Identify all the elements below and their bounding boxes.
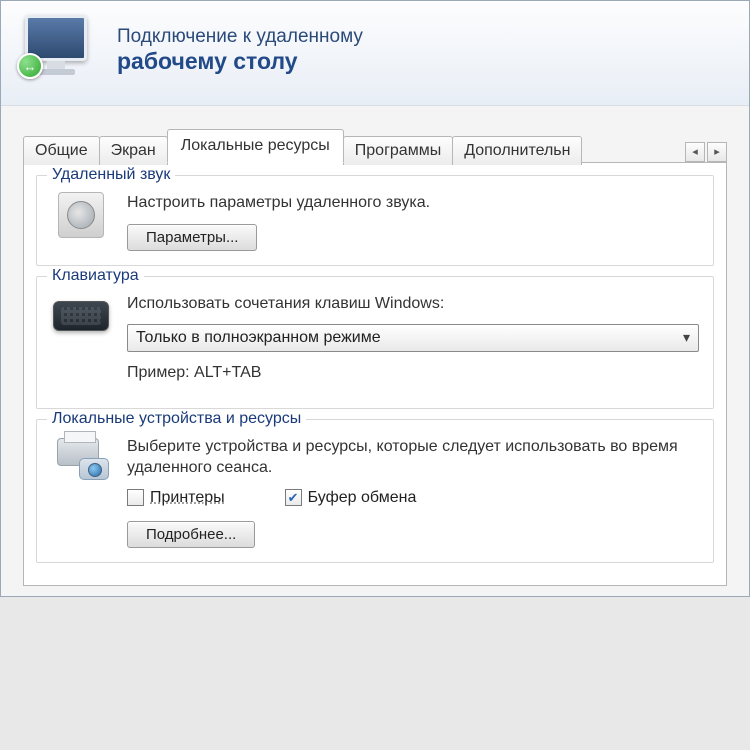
speaker-icon [51, 192, 111, 244]
clipboard-label: Буфер обмена [308, 489, 417, 507]
title-line-2: рабочему столу [117, 48, 363, 75]
clipboard-checkbox[interactable]: ✔ Буфер обмена [285, 489, 417, 507]
tab-strip: Общие Экран Локальные ресурсы Программы … [23, 128, 727, 162]
tab-local-resources[interactable]: Локальные ресурсы [167, 129, 344, 163]
rdp-options-window: ↔ Подключение к удаленному рабочему стол… [0, 0, 750, 597]
tab-panel-local-resources: Удаленный звук Настроить параметры удале… [23, 162, 727, 586]
connection-badge-icon: ↔ [17, 53, 43, 79]
group-legend: Клавиатура [47, 267, 144, 285]
keyboard-desc: Использовать сочетания клавиш Windows: [127, 293, 699, 315]
devices-icon [51, 436, 111, 488]
rdp-icon: ↔ [19, 15, 99, 85]
tab-advanced[interactable]: Дополнительн [452, 136, 582, 165]
audio-desc: Настроить параметры удаленного звука. [127, 192, 699, 214]
tab-display[interactable]: Экран [99, 136, 168, 165]
tab-programs[interactable]: Программы [343, 136, 453, 165]
printers-checkbox[interactable]: Принтеры [127, 489, 225, 507]
group-remote-audio: Удаленный звук Настроить параметры удале… [36, 175, 714, 266]
checkbox-box [127, 489, 144, 506]
tab-general[interactable]: Общие [23, 136, 100, 165]
dialog-body: Общие Экран Локальные ресурсы Программы … [1, 106, 749, 596]
tab-scroll: ◂ ▸ [685, 142, 727, 162]
audio-settings-button[interactable]: Параметры... [127, 224, 257, 251]
dialog-title: Подключение к удаленному рабочему столу [117, 26, 363, 75]
printers-label: Принтеры [150, 489, 225, 507]
group-local-devices: Локальные устройства и ресурсы Выберите … [36, 419, 714, 563]
keyboard-example: Пример: ALT+TAB [127, 362, 699, 384]
tab-scroll-right[interactable]: ▸ [707, 142, 727, 162]
title-line-1: Подключение к удаленному [117, 26, 363, 48]
keyboard-icon [51, 293, 111, 345]
dialog-header: ↔ Подключение к удаленному рабочему стол… [1, 1, 749, 106]
tab-scroll-left[interactable]: ◂ [685, 142, 705, 162]
group-keyboard: Клавиатура Использовать сочетания клавиш… [36, 276, 714, 409]
group-legend: Удаленный звук [47, 166, 175, 184]
local-desc: Выберите устройства и ресурсы, которые с… [127, 436, 699, 479]
group-legend: Локальные устройства и ресурсы [47, 410, 306, 428]
more-devices-button[interactable]: Подробнее... [127, 521, 255, 548]
keyboard-mode-dropdown[interactable]: Только в полноэкранном режиме [127, 324, 699, 352]
checkbox-box: ✔ [285, 489, 302, 506]
